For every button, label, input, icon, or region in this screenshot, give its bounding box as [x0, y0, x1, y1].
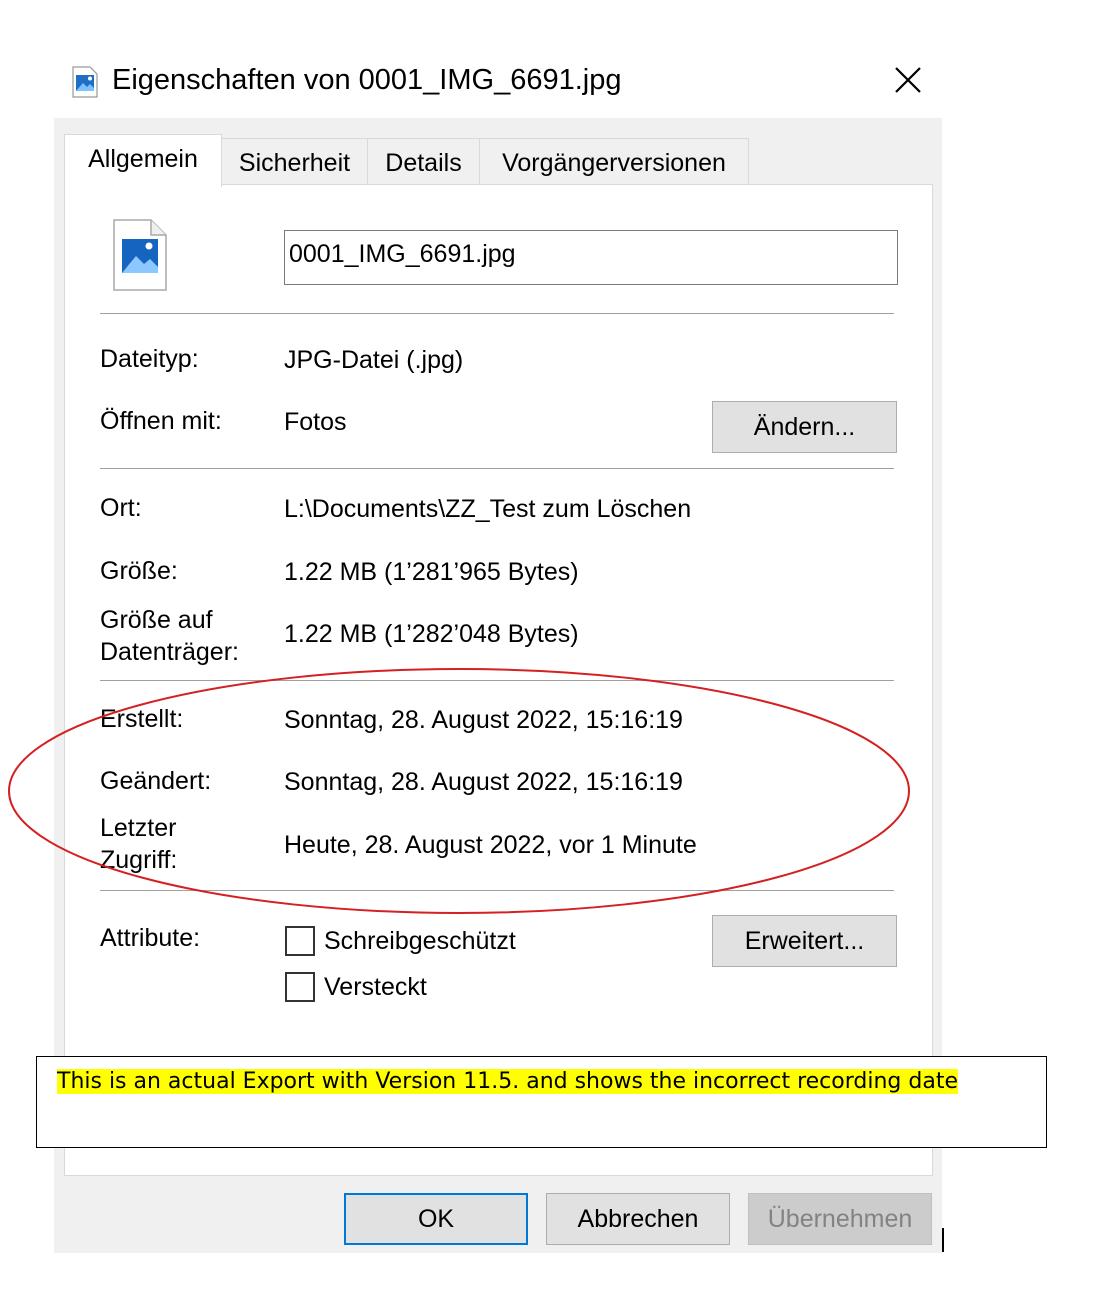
- accessed-label-line2: Zugriff:: [100, 846, 178, 874]
- advanced-button[interactable]: Erweitert...: [712, 915, 897, 967]
- readonly-label[interactable]: Schreibgeschützt: [324, 927, 516, 956]
- separator: [100, 890, 894, 891]
- size-on-disk-label-line1: Größe auf: [100, 606, 213, 634]
- filename-input[interactable]: [284, 230, 898, 285]
- location-value: L:\Documents\ZZ_Test zum Löschen: [284, 495, 692, 523]
- close-button[interactable]: [888, 58, 928, 102]
- file-type-value: JPG-Datei (.jpg): [284, 346, 464, 374]
- change-button[interactable]: Ändern...: [712, 401, 897, 453]
- created-label: Erstellt:: [100, 705, 184, 733]
- hidden-label[interactable]: Versteckt: [324, 973, 427, 1002]
- hidden-checkbox[interactable]: [285, 972, 315, 1002]
- image-file-icon: [113, 219, 167, 291]
- separator: [100, 680, 894, 681]
- modified-value: Sonntag, 28. August 2022, 15:16:19: [284, 768, 683, 796]
- readonly-checkbox[interactable]: [285, 926, 315, 956]
- size-on-disk-value: 1.22 MB (1’282’048 Bytes): [284, 620, 579, 648]
- tab-allgemein[interactable]: Allgemein: [64, 134, 222, 187]
- location-label: Ort:: [100, 494, 142, 522]
- ok-button[interactable]: OK: [344, 1193, 528, 1245]
- modified-label: Geändert:: [100, 767, 212, 795]
- text-cursor: [942, 1228, 944, 1252]
- tab-vorgaengerversionen[interactable]: Vorgängerversionen: [479, 138, 749, 185]
- close-icon: [895, 67, 921, 93]
- image-file-icon: [72, 66, 98, 98]
- separator: [100, 313, 894, 314]
- open-with-value: Fotos: [284, 408, 347, 436]
- size-label: Größe:: [100, 557, 178, 585]
- cancel-button[interactable]: Abbrechen: [546, 1193, 730, 1245]
- file-type-label: Dateityp:: [100, 345, 199, 373]
- accessed-label-line1: Letzter: [100, 814, 177, 842]
- created-value: Sonntag, 28. August 2022, 15:16:19: [284, 706, 683, 734]
- apply-button[interactable]: Übernehmen: [748, 1193, 932, 1245]
- annotation-note-text: This is an actual Export with Version 11…: [57, 1069, 958, 1094]
- size-value: 1.22 MB (1’281’965 Bytes): [284, 558, 579, 586]
- open-with-label: Öffnen mit:: [100, 407, 222, 435]
- tab-sicherheit[interactable]: Sicherheit: [221, 138, 368, 185]
- attributes-label: Attribute:: [100, 924, 201, 952]
- tab-details[interactable]: Details: [367, 138, 480, 185]
- accessed-value: Heute, 28. August 2022, vor 1 Minute: [284, 831, 697, 859]
- size-on-disk-label-line2: Datenträger:: [100, 638, 239, 666]
- annotation-note: This is an actual Export with Version 11…: [36, 1056, 1047, 1148]
- window-title: Eigenschaften von 0001_IMG_6691.jpg: [112, 64, 622, 96]
- separator: [100, 468, 894, 469]
